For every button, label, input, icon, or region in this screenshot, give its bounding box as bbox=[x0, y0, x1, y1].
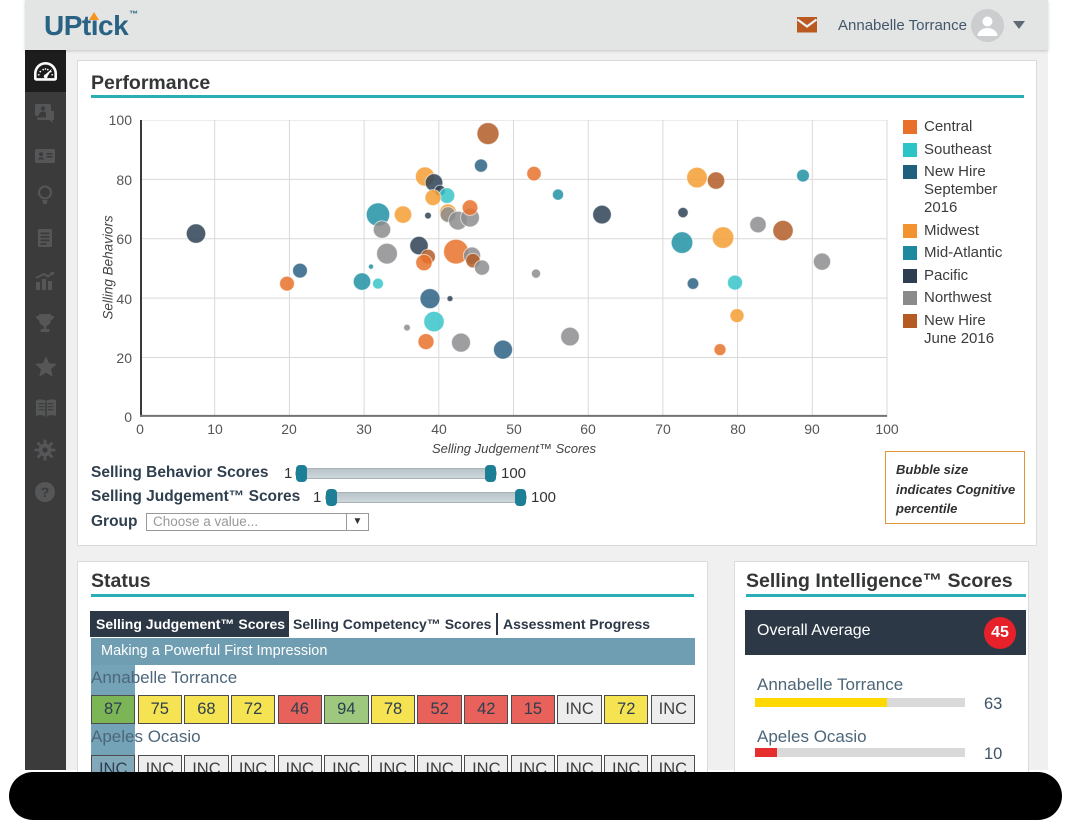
svg-text:?: ? bbox=[41, 484, 50, 500]
